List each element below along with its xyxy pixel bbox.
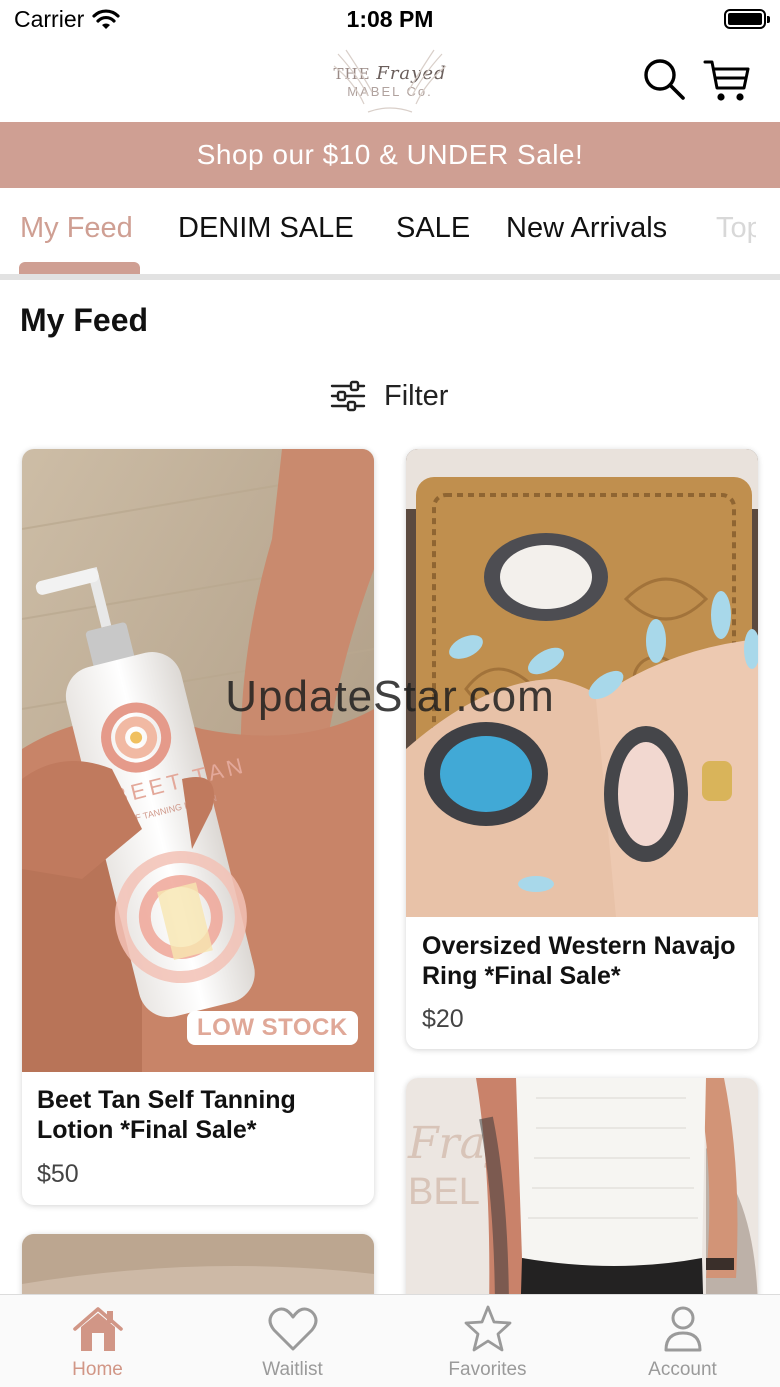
tab-bar-label: Account [648,1359,717,1380]
status-bar: Carrier 1:08 PM [0,0,780,40]
filter-label: Filter [384,379,449,412]
tabs-divider [0,274,780,280]
tab-my-feed[interactable]: My Feed [20,212,133,245]
tab-bar-account[interactable]: Account [585,1295,780,1387]
logo-feather-graphic [333,49,447,113]
bottom-tab-bar: Home Waitlist Favorites Account [0,1294,780,1387]
tab-bar-label: Waitlist [262,1359,323,1380]
home-icon [72,1307,123,1351]
person-icon [664,1306,701,1352]
promo-text: Shop our $10 & UNDER Sale! [196,139,584,170]
filter-button[interactable]: Filter [330,376,448,416]
heart-icon [268,1307,317,1351]
status-time: 1:08 PM [346,6,434,32]
battery-icon [724,9,770,29]
app-header: THE Frayed MABEL Co. [0,40,780,122]
cart-button[interactable] [702,56,750,104]
product-name: Beet Tan Self Tanning Lotion *Final Sale… [37,1086,296,1144]
tab-new-arrivals[interactable]: New Arrivals [506,212,667,245]
tab-bar-waitlist[interactable]: Waitlist [195,1295,390,1387]
product-card[interactable]: BEET TAN SELF TANNING LOTION LOW STOCK B… [22,449,374,1205]
tab-top[interactable]: Top [716,212,756,245]
product-card[interactable]: Oversized Western Navajo Ring *Final Sal… [406,449,758,1049]
tab-bar-label: Home [72,1359,123,1380]
product-name: Oversized Western Navajo Ring *Final Sal… [422,932,736,990]
product-image [406,449,758,917]
feed-title: My Feed [20,302,149,338]
promo-banner[interactable]: Shop our $10 & UNDER Sale! [0,122,780,188]
search-button[interactable] [640,56,688,104]
product-price: $20 [422,1005,464,1033]
category-tabs: My Feed DENIM SALE SALE New Arrivals Top [0,188,780,274]
low-stock-badge: LOW STOCK [187,1011,358,1045]
tab-bar-home[interactable]: Home [0,1295,195,1387]
star-icon [464,1305,511,1352]
tab-bar-label: Favorites [448,1359,527,1380]
tab-denim-sale[interactable]: DENIM SALE [178,212,354,245]
brand-logo[interactable]: THE Frayed MABEL Co. [328,46,452,116]
tab-sale[interactable]: SALE [396,212,470,245]
active-tab-indicator [19,262,140,274]
filter-sliders-icon [330,380,366,412]
product-image: BEET TAN SELF TANNING LOTION [22,449,374,1072]
tab-bar-favorites[interactable]: Favorites [390,1295,585,1387]
search-icon [644,59,685,100]
cart-icon [703,60,750,101]
product-price: $50 [37,1160,79,1188]
